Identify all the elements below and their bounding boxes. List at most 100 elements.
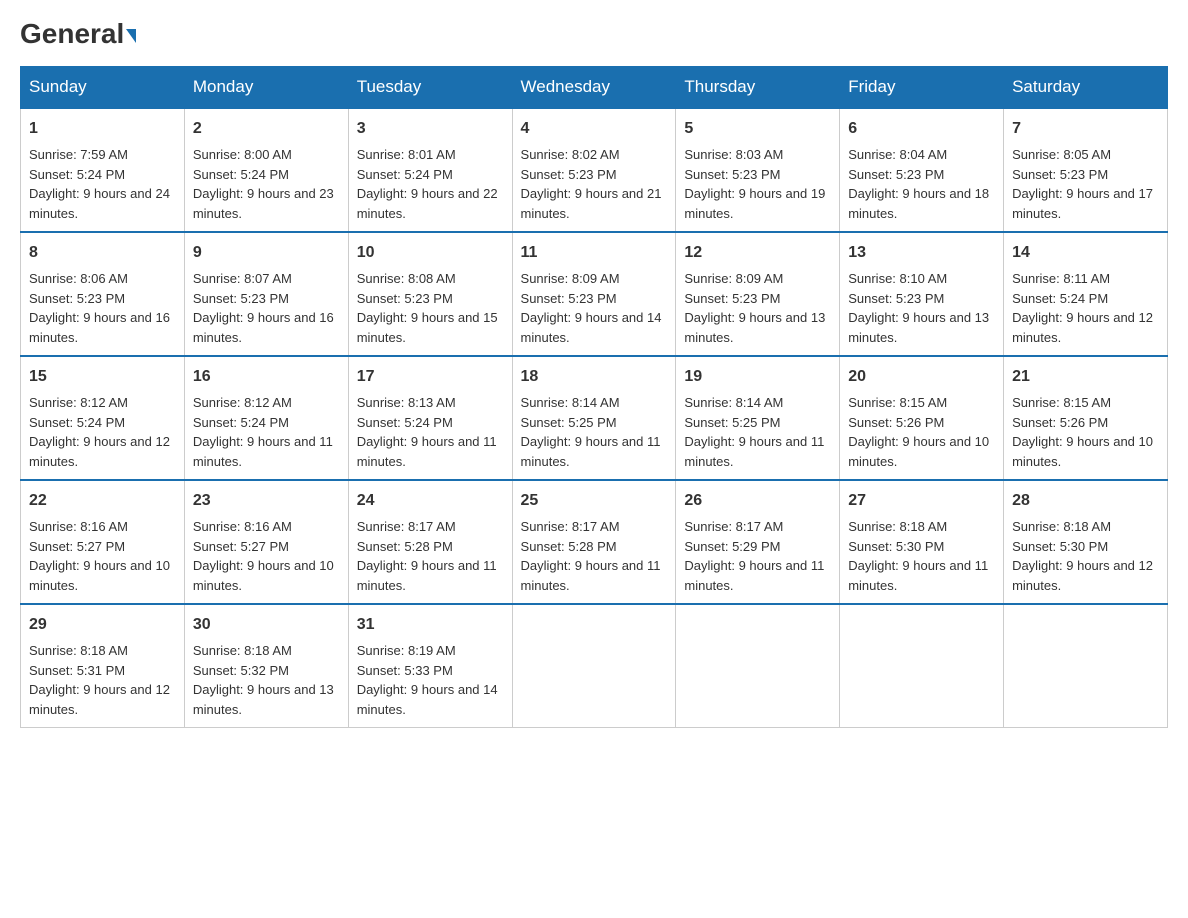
day-number: 7 — [1012, 117, 1159, 141]
sunset-text: Sunset: 5:23 PM — [684, 167, 780, 182]
day-number: 13 — [848, 241, 995, 265]
day-number: 25 — [521, 489, 668, 513]
logo: General — [20, 20, 136, 46]
daylight-text: Daylight: 9 hours and 12 minutes. — [1012, 310, 1153, 345]
col-header-saturday: Saturday — [1004, 67, 1168, 109]
sunrise-text: Sunrise: 8:04 AM — [848, 147, 947, 162]
sunrise-text: Sunrise: 8:14 AM — [684, 395, 783, 410]
calendar-cell: 18 Sunrise: 8:14 AM Sunset: 5:25 PM Dayligh… — [512, 356, 676, 480]
sunset-text: Sunset: 5:24 PM — [193, 167, 289, 182]
calendar-cell — [512, 604, 676, 728]
sunset-text: Sunset: 5:25 PM — [684, 415, 780, 430]
daylight-text: Daylight: 9 hours and 11 minutes. — [357, 558, 497, 593]
sunrise-text: Sunrise: 8:01 AM — [357, 147, 456, 162]
sunset-text: Sunset: 5:26 PM — [848, 415, 944, 430]
daylight-text: Daylight: 9 hours and 18 minutes. — [848, 186, 989, 221]
sunrise-text: Sunrise: 8:18 AM — [1012, 519, 1111, 534]
sunrise-text: Sunrise: 8:03 AM — [684, 147, 783, 162]
sunset-text: Sunset: 5:27 PM — [29, 539, 125, 554]
sunset-text: Sunset: 5:24 PM — [1012, 291, 1108, 306]
calendar-table: SundayMondayTuesdayWednesdayThursdayFrid… — [20, 66, 1168, 728]
daylight-text: Daylight: 9 hours and 10 minutes. — [1012, 434, 1153, 469]
day-number: 4 — [521, 117, 668, 141]
sunrise-text: Sunrise: 8:16 AM — [29, 519, 128, 534]
sunset-text: Sunset: 5:26 PM — [1012, 415, 1108, 430]
daylight-text: Daylight: 9 hours and 12 minutes. — [1012, 558, 1153, 593]
day-number: 22 — [29, 489, 176, 513]
calendar-cell: 15Sunrise: 8:12 AMSunset: 5:24 PMDayligh… — [21, 356, 185, 480]
sunrise-text: Sunrise: 8:15 AM — [1012, 395, 1111, 410]
sunrise-text: Sunrise: 8:13 AM — [357, 395, 456, 410]
daylight-text: Daylight: 9 hours and 11 minutes. — [193, 434, 333, 469]
calendar-cell: 2 Sunrise: 8:00 AM Sunset: 5:24 PM Daylight… — [184, 108, 348, 232]
day-number: 30 — [193, 613, 340, 637]
sunrise-text: Sunrise: 8:09 AM — [521, 271, 620, 286]
day-number: 20 — [848, 365, 995, 389]
sunset-text: Sunset: 5:23 PM — [1012, 167, 1108, 182]
calendar-cell: 19Sunrise: 8:14 AMSunset: 5:25 PMDayligh… — [676, 356, 840, 480]
sunset-text: Sunset: 5:29 PM — [684, 539, 780, 554]
calendar-cell: 4 Sunrise: 8:02 AM Sunset: 5:23 PM Daylight… — [512, 108, 676, 232]
sunset-text: Sunset: 5:24 PM — [357, 415, 453, 430]
sunrise-text: Sunrise: 8:18 AM — [193, 643, 292, 658]
day-number: 18 — [521, 365, 668, 389]
calendar-cell: 30Sunrise: 8:18 AMSunset: 5:32 PMDayligh… — [184, 604, 348, 728]
daylight-text: Daylight: 9 hours and 23 minutes. — [193, 186, 334, 221]
daylight-text: Daylight: 9 hours and 16 minutes. — [193, 310, 334, 345]
calendar-cell: 31Sunrise: 8:19 AMSunset: 5:33 PMDayligh… — [348, 604, 512, 728]
day-number: 28 — [1012, 489, 1159, 513]
week-row-1: 1Sunrise: 7:59 AMSunset: 5:24 PMDaylight… — [21, 108, 1168, 232]
daylight-text: Daylight: 9 hours and 17 minutes. — [1012, 186, 1153, 221]
logo-line1: General — [20, 20, 136, 48]
daylight-text: Daylight: 9 hours and 13 minutes. — [684, 310, 825, 345]
sunrise-text: Sunrise: 8:02 AM — [521, 147, 620, 162]
sunrise-text: Sunrise: 8:17 AM — [357, 519, 456, 534]
sunset-text: Sunset: 5:25 PM — [521, 415, 617, 430]
sunrise-text: Sunrise: 8:08 AM — [357, 271, 456, 286]
week-row-3: 15Sunrise: 8:12 AMSunset: 5:24 PMDayligh… — [21, 356, 1168, 480]
sunset-text: Sunset: 5:23 PM — [521, 167, 617, 182]
day-number: 23 — [193, 489, 340, 513]
sunset-text: Sunset: 5:24 PM — [29, 415, 125, 430]
day-number: 2 — [193, 117, 340, 141]
sunrise-text: Sunrise: 8:18 AM — [29, 643, 128, 658]
day-number: 14 — [1012, 241, 1159, 265]
sunrise-text: Sunrise: 8:14 AM — [521, 395, 620, 410]
daylight-text: Daylight: 9 hours and 22 minutes. — [357, 186, 498, 221]
sunset-text: Sunset: 5:23 PM — [193, 291, 289, 306]
sunrise-text: Sunrise: 8:11 AM — [1012, 271, 1110, 286]
week-row-4: 22 Sunrise: 8:16 AM Sunset: 5:27 PM Dayligh… — [21, 480, 1168, 604]
sunset-text: Sunset: 5:24 PM — [193, 415, 289, 430]
daylight-text: Daylight: 9 hours and 10 minutes. — [29, 558, 170, 593]
sunrise-text: Sunrise: 8:09 AM — [684, 271, 783, 286]
daylight-text: Daylight: 9 hours and 19 minutes. — [684, 186, 825, 221]
col-header-friday: Friday — [840, 67, 1004, 109]
page-header: General — [20, 20, 1168, 46]
daylight-text: Daylight: 9 hours and 12 minutes. — [29, 682, 170, 717]
day-number: 19 — [684, 365, 831, 389]
daylight-text: Daylight: 9 hours and 11 minutes. — [521, 558, 661, 593]
sunrise-text: Sunrise: 8:17 AM — [684, 519, 783, 534]
day-number: 24 — [357, 489, 504, 513]
day-number: 26 — [684, 489, 831, 513]
daylight-text: Daylight: 9 hours and 21 minutes. — [521, 186, 662, 221]
daylight-text: Daylight: 9 hours and 12 minutes. — [29, 434, 170, 469]
sunset-text: Sunset: 5:23 PM — [357, 291, 453, 306]
sunset-text: Sunset: 5:32 PM — [193, 663, 289, 678]
sunset-text: Sunset: 5:23 PM — [684, 291, 780, 306]
sunset-text: Sunset: 5:30 PM — [848, 539, 944, 554]
day-number: 17 — [357, 365, 504, 389]
sunset-text: Sunset: 5:33 PM — [357, 663, 453, 678]
daylight-text: Daylight: 9 hours and 15 minutes. — [357, 310, 498, 345]
calendar-cell: 10Sunrise: 8:08 AMSunset: 5:23 PMDayligh… — [348, 232, 512, 356]
calendar-cell: 26Sunrise: 8:17 AMSunset: 5:29 PMDayligh… — [676, 480, 840, 604]
sunrise-text: Sunrise: 8:00 AM — [193, 147, 292, 162]
calendar-cell: 8Sunrise: 8:06 AMSunset: 5:23 PMDaylight… — [21, 232, 185, 356]
day-number: 31 — [357, 613, 504, 637]
day-number: 8 — [29, 241, 176, 265]
sunrise-text: Sunrise: 7:59 AM — [29, 147, 128, 162]
daylight-text: Daylight: 9 hours and 11 minutes. — [521, 434, 661, 469]
week-row-2: 8Sunrise: 8:06 AMSunset: 5:23 PMDaylight… — [21, 232, 1168, 356]
day-number: 9 — [193, 241, 340, 265]
sunrise-text: Sunrise: 8:16 AM — [193, 519, 292, 534]
